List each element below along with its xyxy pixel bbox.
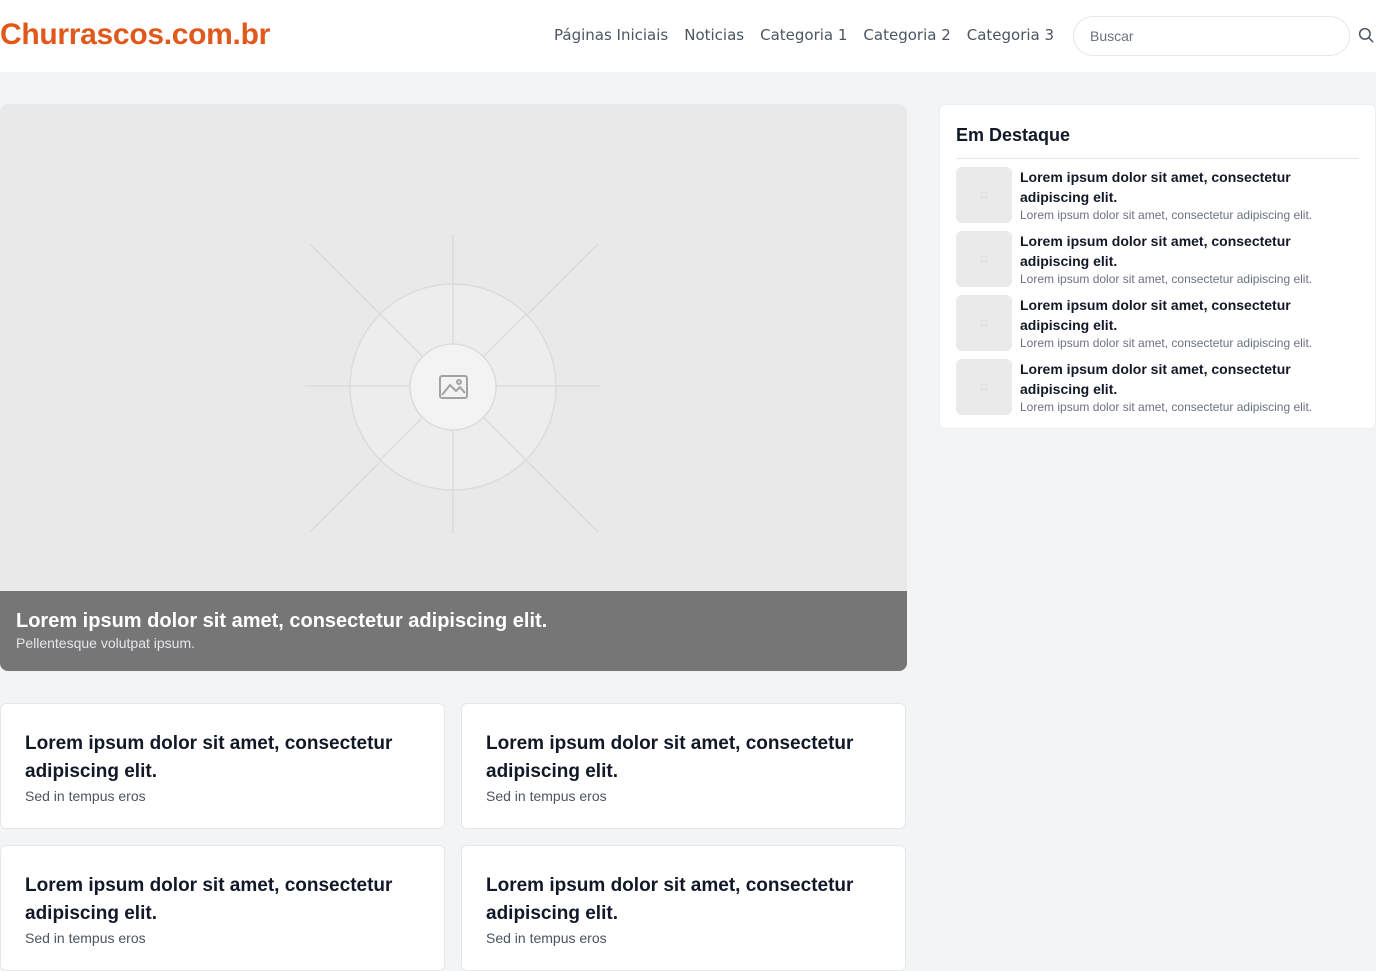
featured-thumbnail (956, 295, 1012, 351)
hero-banner[interactable]: Lorem ipsum dolor sit amet, consectetur … (0, 104, 907, 671)
image-icon (980, 319, 988, 327)
search-input[interactable] (1073, 16, 1350, 56)
featured-item-subtitle: Lorem ipsum dolor sit amet, consectetur … (1020, 400, 1313, 414)
featured-item-subtitle: Lorem ipsum dolor sit amet, consectetur … (1020, 272, 1313, 286)
featured-item-title[interactable]: Lorem ipsum dolor sit amet, consectetur … (1020, 231, 1359, 271)
article-card-subtitle: Sed in tempus eros (486, 788, 607, 804)
article-card-title[interactable]: Lorem ipsum dolor sit amet, consectetur … (25, 872, 420, 928)
nav-item-noticias[interactable]: Noticias (684, 26, 744, 44)
hero-image-placeholder (305, 234, 600, 534)
image-icon (980, 255, 988, 263)
main-nav: Páginas Iniciais Noticias Categoria 1 Ca… (554, 26, 1054, 44)
search-button[interactable] (1356, 26, 1376, 46)
featured-thumbnail (956, 231, 1012, 287)
nav-item-categoria-2[interactable]: Categoria 2 (863, 26, 950, 44)
featured-sidebar: Em Destaque Lorem ipsum dolor sit amet, … (939, 104, 1376, 429)
article-card[interactable]: Lorem ipsum dolor sit amet, consectetur … (0, 845, 445, 971)
site-header: Churrascos.com.br Páginas Iniciais Notic… (0, 0, 1376, 72)
article-card-subtitle: Sed in tempus eros (25, 788, 146, 804)
article-card[interactable]: Lorem ipsum dolor sit amet, consectetur … (461, 845, 906, 971)
featured-item-title[interactable]: Lorem ipsum dolor sit amet, consectetur … (1020, 359, 1359, 399)
article-card[interactable]: Lorem ipsum dolor sit amet, consectetur … (461, 703, 906, 829)
article-card[interactable]: Lorem ipsum dolor sit amet, consectetur … (0, 703, 445, 829)
hero-subtitle: Pellentesque volutpat ipsum. (16, 635, 195, 651)
featured-item[interactable]: Lorem ipsum dolor sit amet, consectetur … (956, 167, 1359, 223)
featured-item-title[interactable]: Lorem ipsum dolor sit amet, consectetur … (1020, 295, 1359, 335)
search-icon (1358, 27, 1374, 43)
hero-title[interactable]: Lorem ipsum dolor sit amet, consectetur … (16, 609, 891, 633)
featured-thumbnail (956, 167, 1012, 223)
nav-item-categoria-1[interactable]: Categoria 1 (760, 26, 847, 44)
article-card-title[interactable]: Lorem ipsum dolor sit amet, consectetur … (486, 730, 881, 786)
site-logo[interactable]: Churrascos.com.br (0, 18, 270, 52)
image-icon (980, 383, 988, 391)
article-card-title[interactable]: Lorem ipsum dolor sit amet, consectetur … (486, 872, 881, 928)
featured-item[interactable]: Lorem ipsum dolor sit amet, consectetur … (956, 231, 1359, 287)
featured-thumbnail (956, 359, 1012, 415)
nav-item-categoria-3[interactable]: Categoria 3 (967, 26, 1054, 44)
featured-item[interactable]: Lorem ipsum dolor sit amet, consectetur … (956, 295, 1359, 351)
article-card-title[interactable]: Lorem ipsum dolor sit amet, consectetur … (25, 730, 420, 786)
featured-item-title[interactable]: Lorem ipsum dolor sit amet, consectetur … (1020, 167, 1359, 207)
featured-item-subtitle: Lorem ipsum dolor sit amet, consectetur … (1020, 336, 1313, 350)
image-icon (980, 191, 988, 199)
sidebar-title: Em Destaque (956, 125, 1359, 159)
featured-item-subtitle: Lorem ipsum dolor sit amet, consectetur … (1020, 208, 1313, 222)
nav-item-paginas-iniciais[interactable]: Páginas Iniciais (554, 26, 668, 44)
article-card-subtitle: Sed in tempus eros (486, 930, 607, 946)
featured-item[interactable]: Lorem ipsum dolor sit amet, consectetur … (956, 359, 1359, 415)
article-card-subtitle: Sed in tempus eros (25, 930, 146, 946)
hero-caption: Lorem ipsum dolor sit amet, consectetur … (0, 591, 907, 671)
